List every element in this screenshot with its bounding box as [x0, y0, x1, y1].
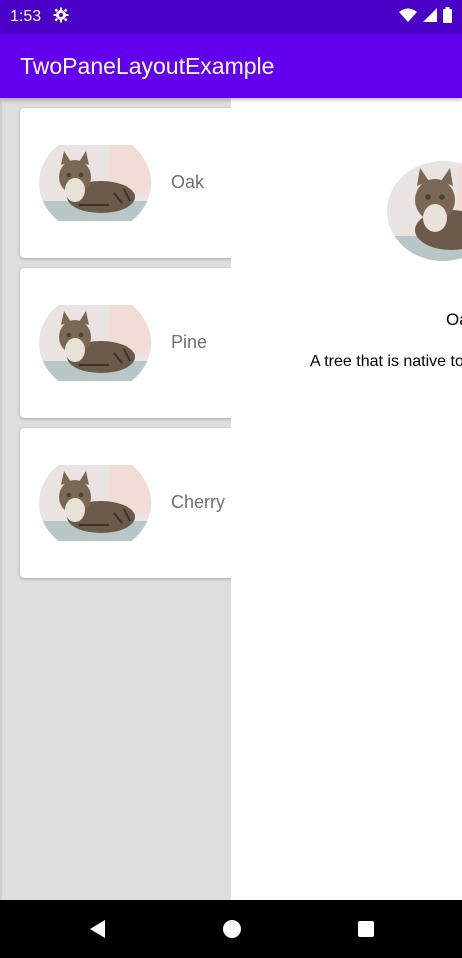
detail-pane: Oak A tree that is native to the Norther…: [231, 98, 462, 900]
recents-icon[interactable]: [354, 917, 378, 941]
list-item-label: Cherry: [171, 492, 226, 512]
list-item-label: Pine: [171, 332, 208, 352]
list-pane[interactable]: Oak Pine Cherry: [0, 98, 250, 900]
app-screen: 1:53 TwoPaneLayoutExample Oak Pine Cherr…: [0, 0, 462, 958]
list-item-label: Oak: [171, 172, 205, 192]
left-edge-divider: [0, 98, 2, 900]
list-item[interactable]: Oak: [20, 108, 250, 258]
battery-icon: [443, 6, 452, 28]
cellular-signal-icon: [423, 7, 437, 27]
app-title: TwoPaneLayoutExample: [20, 52, 275, 79]
cat-photo: [387, 161, 462, 261]
status-bar: 1:53: [0, 0, 462, 34]
app-bar: TwoPaneLayoutExample: [0, 34, 462, 98]
cat-photo: [39, 145, 151, 221]
detail-description: A tree that is native to the Northern He…: [310, 353, 462, 370]
list-item[interactable]: Cherry: [20, 428, 250, 578]
navigation-bar: [0, 900, 462, 958]
cat-photo: [39, 465, 151, 541]
detail-title: Oak: [446, 310, 462, 329]
cat-photo: [39, 305, 151, 381]
settings-icon: [53, 7, 69, 28]
wifi-icon: [399, 8, 417, 27]
status-time: 1:53: [10, 8, 42, 25]
list-item[interactable]: Pine: [20, 268, 250, 418]
home-icon[interactable]: [220, 917, 244, 941]
back-icon[interactable]: [86, 917, 110, 941]
